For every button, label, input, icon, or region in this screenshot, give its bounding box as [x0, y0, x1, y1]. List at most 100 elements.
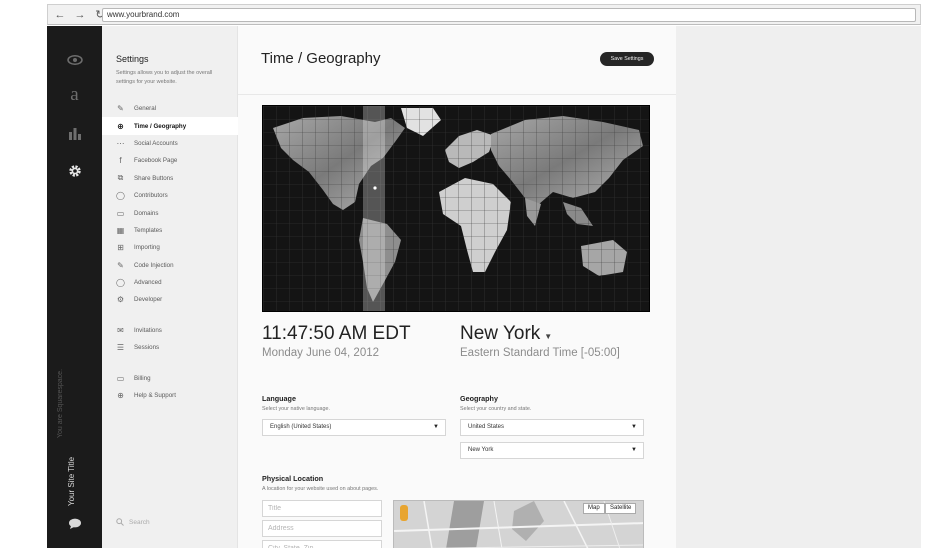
gear-icon[interactable]	[47, 164, 102, 183]
sidebar-item-label: Facebook Page	[134, 157, 178, 165]
share-icon: ⋯	[116, 138, 125, 148]
current-date: Monday June 04, 2012	[262, 347, 380, 359]
search-placeholder: Search	[129, 518, 150, 526]
address-bar[interactable]: www.yourbrand.com	[102, 8, 916, 22]
sessions-icon: ☰	[116, 343, 125, 353]
search-icon	[116, 518, 124, 526]
menu-spacer	[102, 356, 238, 369]
caret-down-icon: ▼	[544, 332, 553, 341]
importing-icon: ⊞	[117, 243, 124, 253]
sidebar-item-label: Invitations	[134, 326, 162, 334]
city-selector[interactable]: New York ▼	[460, 323, 552, 345]
sidebar-item-code-injection[interactable]: ✎ Code Injection	[102, 257, 238, 274]
sidebar-item-developer[interactable]: ⚙ Developer	[102, 291, 238, 308]
country-select[interactable]: United States ▼	[460, 419, 644, 436]
share-buttons-icon: ⧉	[117, 173, 124, 183]
location-map[interactable]: Map Satellite	[393, 500, 644, 548]
code-icon: ✎	[117, 260, 124, 270]
sidebar-item-contributors[interactable]: ◯ Contributors	[102, 187, 238, 204]
sidebar-item-label: Time / Geography	[134, 122, 187, 130]
app-window: a You are Squarespace. Your Site Title S…	[47, 26, 921, 548]
language-help: Select your native language.	[262, 406, 331, 412]
sidebar-item-label: Sessions	[134, 344, 160, 352]
state-value: New York	[468, 447, 494, 453]
forward-icon[interactable]: →	[72, 7, 88, 23]
facebook-icon: f	[119, 156, 122, 166]
world-map[interactable]	[262, 105, 650, 312]
sidebar-item-help-support[interactable]: ⊕ Help & Support	[102, 387, 238, 404]
sidebar-item-billing[interactable]: ▭ Billing	[102, 369, 238, 386]
timezone-label: Eastern Standard Time [-05:00]	[460, 347, 620, 359]
sidebar-item-label: Code Injection	[134, 261, 174, 269]
sidebar-item-label: Templates	[134, 226, 163, 234]
templates-icon: ▦	[116, 225, 125, 235]
sidebar-item-label: Advanced	[134, 279, 162, 287]
sidebar-item-label: Importing	[134, 244, 160, 252]
sidebar-item-facebook-page[interactable]: f Facebook Page	[102, 152, 238, 169]
caret-down-icon: ▼	[433, 424, 439, 430]
sidebar-item-label: Billing	[134, 374, 151, 382]
font-a-icon[interactable]: a	[47, 84, 102, 106]
satellite-type-button[interactable]: Satellite	[605, 503, 637, 514]
physical-location-help: A location for your website used on abou…	[262, 486, 379, 492]
physical-location-label: Physical Location	[262, 474, 324, 483]
state-select[interactable]: New York ▼	[460, 442, 644, 459]
sidebar-item-label: Social Accounts	[134, 139, 178, 147]
sidebar-item-label: Domains	[134, 209, 159, 217]
sidebar-item-invitations[interactable]: ✉ Invitations	[102, 322, 238, 339]
main-panel: Time / Geography Save Settings 11:47:50 …	[238, 26, 676, 548]
settings-menu: ✎ General ⊕ Time / Geography ⋯ Social Account…	[102, 100, 238, 404]
browser-toolbar: ← → ↻ www.yourbrand.com	[47, 4, 921, 25]
divider	[238, 94, 676, 95]
language-label: Language	[262, 394, 296, 403]
sidebar-item-time-geography[interactable]: ⊕ Time / Geography	[102, 117, 238, 135]
sidebar-item-sessions[interactable]: ☰ Sessions	[102, 339, 238, 356]
page-title: Time / Geography	[261, 50, 381, 67]
save-settings-button[interactable]: Save Settings	[600, 52, 654, 66]
sidebar-item-importing[interactable]: ⊞ Importing	[102, 239, 238, 256]
language-value: English (United States)	[270, 424, 332, 430]
preview-area	[676, 26, 921, 548]
sidebar-item-social-accounts[interactable]: ⋯ Social Accounts	[102, 135, 238, 152]
globe-icon: ⊕	[117, 121, 124, 131]
menu-spacer	[102, 309, 238, 322]
advanced-icon: ◯	[116, 278, 125, 288]
back-icon[interactable]: ←	[52, 7, 68, 23]
sidebar-item-advanced[interactable]: ◯ Advanced	[102, 274, 238, 291]
chat-icon[interactable]	[47, 516, 102, 534]
bar-chart-icon[interactable]	[47, 126, 102, 145]
city-name: New York	[460, 323, 541, 344]
wrench-icon: ✎	[117, 104, 124, 114]
city-state-zip-input[interactable]	[262, 540, 382, 548]
sidebar-item-label: Share Buttons	[134, 174, 174, 182]
eye-icon[interactable]	[47, 52, 102, 70]
sidebar-item-label: Developer	[134, 296, 163, 304]
sidebar-item-general[interactable]: ✎ General	[102, 100, 238, 117]
map-type-button[interactable]: Map	[583, 503, 605, 514]
title-input[interactable]	[262, 500, 382, 517]
site-title[interactable]: Your Site Title	[67, 457, 76, 506]
contributors-icon: ◯	[116, 191, 125, 201]
sidebar-item-templates[interactable]: ▦ Templates	[102, 222, 238, 239]
settings-panel: Settings Settings allows you to adjust t…	[102, 26, 238, 548]
current-time: 11:47:50 AM EDT	[262, 323, 411, 344]
sidebar-item-domains[interactable]: ▭ Domains	[102, 204, 238, 221]
caret-down-icon: ▼	[631, 424, 637, 430]
settings-heading: Settings	[116, 54, 149, 64]
sidebar-item-label: General	[134, 105, 157, 113]
pegman-icon[interactable]	[400, 505, 408, 521]
developer-icon: ⚙	[116, 295, 125, 305]
settings-description: Settings allows you to adjust the overal…	[116, 70, 213, 85]
settings-search[interactable]: Search	[116, 518, 150, 526]
country-value: United States	[468, 424, 505, 430]
sidebar-item-share-buttons[interactable]: ⧉ Share Buttons	[102, 170, 238, 187]
sidebar-item-label: Help & Support	[134, 392, 176, 400]
language-select[interactable]: English (United States) ▼	[262, 419, 446, 436]
sidebar-item-label: Contributors	[134, 192, 168, 200]
domains-icon: ▭	[116, 208, 125, 218]
credit-card-icon: ▭	[116, 373, 125, 383]
watermark-text: You are Squarespace.	[57, 368, 64, 438]
world-map-graphic	[263, 106, 649, 311]
address-input[interactable]	[262, 520, 382, 537]
help-icon: ⊕	[117, 391, 124, 401]
